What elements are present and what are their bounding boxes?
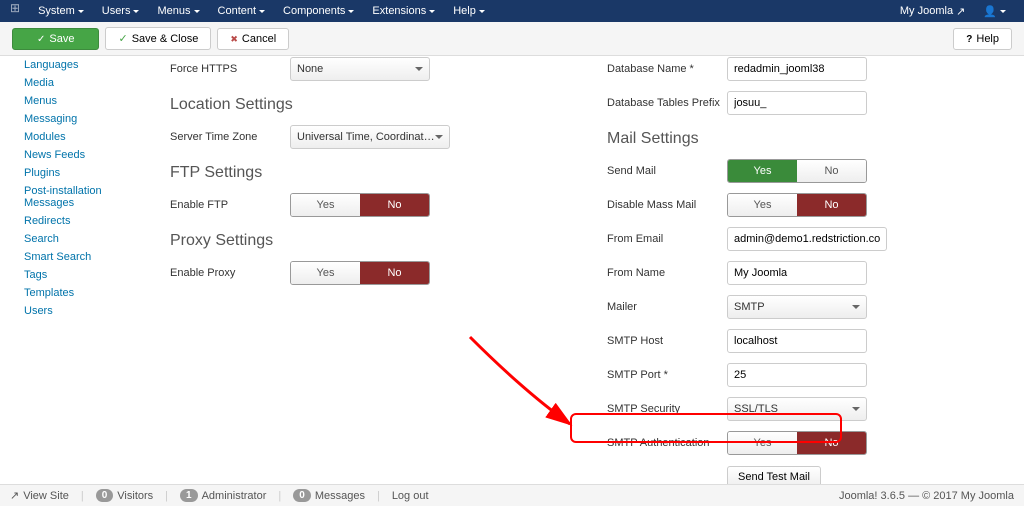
- check-icon: [37, 33, 45, 45]
- smtp-port-label: SMTP Port *: [607, 369, 727, 381]
- force-https-label: Force HTTPS: [170, 63, 290, 75]
- check-icon: ✓: [118, 32, 127, 45]
- enable-ftp-toggle[interactable]: YesNo: [290, 193, 430, 217]
- sidebar-item-languages[interactable]: Languages: [10, 56, 150, 74]
- smtp-auth-label: SMTP Authentication: [607, 437, 727, 449]
- sidebar-item-media[interactable]: Media: [10, 74, 150, 92]
- smtp-host-label: SMTP Host: [607, 335, 727, 347]
- footer-admins[interactable]: 1Administrator: [180, 489, 266, 502]
- footer-version: Joomla! 3.6.5 — © 2017 My Joomla: [839, 490, 1014, 502]
- user-icon: 👤: [983, 5, 997, 18]
- footer-logout[interactable]: Log out: [392, 490, 429, 502]
- footer-visitors[interactable]: 0Visitors: [96, 489, 153, 502]
- nav-components[interactable]: Components: [275, 1, 362, 21]
- footer: ↗View Site | 0Visitors | 1Administrator …: [0, 484, 1024, 506]
- from-name-input[interactable]: [727, 261, 867, 285]
- sidebar-item-tags[interactable]: Tags: [10, 266, 150, 284]
- sidebar-item-redirects[interactable]: Redirects: [10, 212, 150, 230]
- section-mail: Mail Settings: [607, 130, 1014, 148]
- nav-extensions[interactable]: Extensions: [364, 1, 443, 21]
- chevron-down-icon: [1000, 10, 1006, 13]
- enable-proxy-label: Enable Proxy: [170, 267, 290, 279]
- chevron-down-icon: [133, 10, 139, 13]
- section-location: Location Settings: [170, 96, 577, 114]
- help-icon: [966, 33, 972, 45]
- mailer-select[interactable]: SMTP: [727, 295, 867, 319]
- toolbar: Save ✓Save & Close Cancel Help: [0, 22, 1024, 56]
- save-close-button[interactable]: ✓Save & Close: [105, 27, 211, 50]
- nav-help[interactable]: Help: [445, 1, 493, 21]
- send-mail-toggle[interactable]: YesNo: [727, 159, 867, 183]
- nav-menus[interactable]: Menus: [149, 1, 207, 21]
- sidebar-item-templates[interactable]: Templates: [10, 284, 150, 302]
- sidebar-item-smartsearch[interactable]: Smart Search: [10, 248, 150, 266]
- nav-site-link[interactable]: My Joomla ↗: [892, 1, 973, 22]
- send-mail-label: Send Mail: [607, 165, 727, 177]
- sidebar-item-newsfeeds[interactable]: News Feeds: [10, 146, 150, 164]
- mailer-label: Mailer: [607, 301, 727, 313]
- smtp-security-select[interactable]: SSL/TLS: [727, 397, 867, 421]
- force-https-select[interactable]: None: [290, 57, 430, 81]
- sidebar-item-postinstall[interactable]: Post-installation Messages: [10, 182, 150, 212]
- section-proxy: Proxy Settings: [170, 232, 577, 250]
- footer-messages[interactable]: 0Messages: [293, 489, 365, 502]
- disable-mass-label: Disable Mass Mail: [607, 199, 727, 211]
- db-prefix-input[interactable]: [727, 91, 867, 115]
- help-button[interactable]: Help: [953, 28, 1012, 50]
- sidebar: Languages Media Menus Messaging Modules …: [0, 56, 160, 512]
- smtp-port-input[interactable]: [727, 363, 867, 387]
- from-name-label: From Name: [607, 267, 727, 279]
- chevron-down-icon: [78, 10, 84, 13]
- enable-proxy-toggle[interactable]: YesNo: [290, 261, 430, 285]
- nav-users[interactable]: Users: [94, 1, 148, 21]
- disable-mass-toggle[interactable]: YesNo: [727, 193, 867, 217]
- chevron-down-icon: [259, 10, 265, 13]
- smtp-host-input[interactable]: [727, 329, 867, 353]
- left-column: Force HTTPS None Location Settings Serve…: [170, 56, 577, 512]
- sidebar-item-search[interactable]: Search: [10, 230, 150, 248]
- section-ftp: FTP Settings: [170, 164, 577, 182]
- from-email-label: From Email: [607, 233, 727, 245]
- sidebar-item-messaging[interactable]: Messaging: [10, 110, 150, 128]
- top-navigation: ⊞ System Users Menus Content Components …: [0, 0, 1024, 22]
- external-link-icon: ↗: [10, 489, 19, 502]
- nav-system[interactable]: System: [30, 1, 92, 21]
- cancel-button[interactable]: Cancel: [217, 28, 289, 50]
- db-prefix-label: Database Tables Prefix: [607, 97, 727, 109]
- chevron-down-icon: [479, 10, 485, 13]
- sidebar-item-menus[interactable]: Menus: [10, 92, 150, 110]
- chevron-down-icon: [852, 407, 860, 411]
- chevron-down-icon: [852, 305, 860, 309]
- close-icon: [230, 33, 238, 45]
- db-name-input[interactable]: [727, 57, 867, 81]
- external-link-icon: ↗: [956, 5, 965, 18]
- sidebar-item-users[interactable]: Users: [10, 302, 150, 320]
- server-tz-select[interactable]: Universal Time, Coordinated (...: [290, 125, 450, 149]
- sidebar-item-plugins[interactable]: Plugins: [10, 164, 150, 182]
- sidebar-item-modules[interactable]: Modules: [10, 128, 150, 146]
- joomla-icon: ⊞: [10, 1, 20, 21]
- enable-ftp-label: Enable FTP: [170, 199, 290, 211]
- right-column: Database Name * Database Tables Prefix M…: [607, 56, 1014, 512]
- chevron-down-icon: [348, 10, 354, 13]
- chevron-down-icon: [435, 135, 443, 139]
- db-name-label: Database Name *: [607, 63, 727, 75]
- chevron-down-icon: [194, 10, 200, 13]
- chevron-down-icon: [429, 10, 435, 13]
- chevron-down-icon: [415, 67, 423, 71]
- nav-content[interactable]: Content: [210, 1, 274, 21]
- save-button[interactable]: Save: [12, 28, 99, 50]
- smtp-security-label: SMTP Security: [607, 403, 727, 415]
- footer-view-site[interactable]: ↗View Site: [10, 489, 69, 502]
- nav-user[interactable]: 👤: [975, 1, 1014, 22]
- smtp-auth-toggle[interactable]: YesNo: [727, 431, 867, 455]
- from-email-input[interactable]: [727, 227, 887, 251]
- content-area: Force HTTPS None Location Settings Serve…: [160, 56, 1024, 512]
- server-tz-label: Server Time Zone: [170, 131, 290, 143]
